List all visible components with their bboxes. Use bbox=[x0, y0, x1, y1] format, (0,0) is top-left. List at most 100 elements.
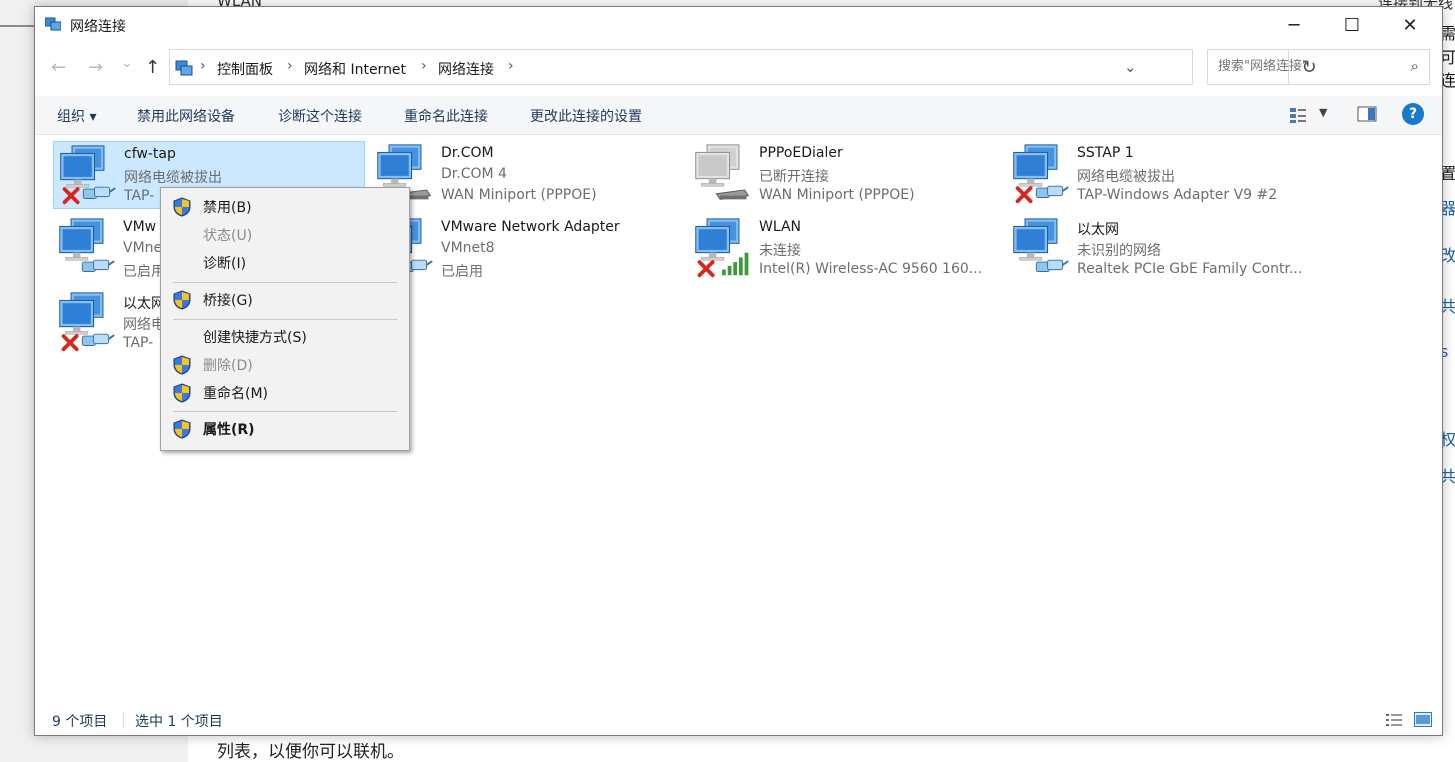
diagnose-connection-button[interactable]: 诊断这个连接 bbox=[278, 106, 362, 126]
menu-item-status: 状态(U) bbox=[161, 221, 409, 249]
menu-item-properties[interactable]: 属性(R) bbox=[161, 415, 409, 443]
connection-item[interactable]: VMware Network Adapter VMnet8 已启用 bbox=[371, 215, 683, 283]
breadcrumb-network-connections[interactable]: 网络连接 bbox=[438, 59, 494, 79]
address-dropdown-icon[interactable]: ⌄ bbox=[1124, 58, 1137, 76]
status-bar: 9 个项目 选中 1 个项目 bbox=[35, 707, 1442, 735]
item-count: 9 个项目 bbox=[52, 714, 108, 730]
address-bar[interactable]: › 控制面板 › 网络和 Internet › 网络连接 › ⌄ ↻ bbox=[169, 49, 1317, 85]
navigation-bar: ← → ⌄ ↑ › 控制面板 › 网络和 Internet › 网络连接 › ⌄… bbox=[35, 47, 1442, 89]
large-icons-view-icon[interactable] bbox=[1414, 712, 1432, 727]
connection-name: WLAN bbox=[759, 219, 802, 235]
connection-item[interactable]: 以太网 未识别的网络 Realtek PCIe GbE Family Contr… bbox=[1007, 215, 1319, 283]
ethernet-adapter-icon bbox=[59, 292, 115, 352]
search-box[interactable]: ⌕ bbox=[1207, 49, 1430, 85]
details-view-icon[interactable] bbox=[1385, 713, 1403, 727]
menu-item-rename[interactable]: 重命名(M) bbox=[161, 379, 409, 407]
connection-device: Intel(R) Wireless-AC 9560 160... bbox=[759, 261, 983, 277]
menu-item-label: 状态(U) bbox=[203, 228, 253, 244]
command-bar: 组织 ▾ 禁用此网络设备 诊断这个连接 重命名此连接 更改此连接的设置 ▼ ? bbox=[35, 96, 1442, 135]
menu-separator bbox=[173, 282, 397, 283]
breadcrumb-chevron-icon[interactable]: › bbox=[421, 58, 427, 74]
connection-device: WAN Miniport (PPPOE) bbox=[441, 187, 597, 203]
minimize-button[interactable]: ─ bbox=[1265, 7, 1323, 43]
uac-shield-icon bbox=[173, 197, 191, 217]
menu-item-label: 禁用(B) bbox=[203, 200, 252, 216]
menu-item-label: 创建快捷方式(S) bbox=[203, 330, 307, 346]
menu-item-label: 诊断(I) bbox=[203, 256, 247, 272]
forward-button[interactable]: → bbox=[88, 57, 103, 78]
menu-item-label: 桥接(G) bbox=[203, 293, 253, 309]
disable-device-button[interactable]: 禁用此网络设备 bbox=[137, 106, 235, 126]
connection-status: 网络电缆被拔出 bbox=[124, 170, 222, 186]
maximize-button[interactable]: ☐ bbox=[1323, 7, 1381, 43]
menu-item-disable[interactable]: 禁用(B) bbox=[161, 193, 409, 221]
connection-name: Dr.COM bbox=[441, 145, 494, 161]
uac-shield-icon bbox=[173, 290, 191, 310]
connection-status: VMne bbox=[123, 240, 163, 256]
menu-item-label: 重命名(M) bbox=[203, 386, 269, 402]
wifi-adapter-icon bbox=[695, 218, 749, 278]
back-button[interactable]: ← bbox=[51, 57, 66, 78]
connection-device: TAP- bbox=[123, 335, 154, 351]
view-dropdown-icon[interactable]: ▼ bbox=[1319, 106, 1327, 119]
rename-connection-button[interactable]: 重命名此连接 bbox=[404, 106, 488, 126]
breadcrumb-network-internet[interactable]: 网络和 Internet bbox=[304, 59, 406, 79]
window-title: 网络连接 bbox=[70, 19, 126, 35]
connection-device: Realtek PCIe GbE Family Contr... bbox=[1077, 261, 1303, 277]
menu-item-create-shortcut[interactable]: 创建快捷方式(S) bbox=[161, 323, 409, 351]
preview-pane-icon[interactable] bbox=[1357, 106, 1377, 122]
search-input[interactable] bbox=[1216, 58, 1400, 75]
connection-item[interactable]: PPPoEDialer 已断开连接 WAN Miniport (PPPOE) bbox=[689, 141, 1001, 209]
selected-count: 选中 1 个项目 bbox=[135, 714, 223, 730]
connection-status: 网络电 bbox=[123, 317, 165, 333]
dialup-connection-icon bbox=[695, 144, 750, 200]
connection-name: 以太网 bbox=[123, 296, 165, 312]
menu-item-label: 删除(D) bbox=[203, 358, 253, 374]
breadcrumb-chevron-icon[interactable]: › bbox=[287, 58, 293, 74]
menu-item-label: 属性(R) bbox=[203, 422, 255, 438]
connection-item[interactable]: WLAN 未连接 Intel(R) Wireless-AC 9560 160..… bbox=[689, 215, 1001, 283]
connection-name: 以太网 bbox=[1077, 222, 1119, 238]
connection-device: WAN Miniport (PPPOE) bbox=[759, 187, 915, 203]
recent-locations-button[interactable]: ⌄ bbox=[121, 55, 133, 71]
connection-item[interactable]: Dr.COM Dr.COM 4 WAN Miniport (PPPOE) bbox=[371, 141, 683, 209]
control-panel-icon bbox=[175, 60, 193, 76]
connection-name: cfw-tap bbox=[124, 146, 176, 162]
connection-device: 已启用 bbox=[441, 264, 483, 280]
uac-shield-icon bbox=[173, 419, 191, 439]
search-icon[interactable]: ⌕ bbox=[1411, 57, 1419, 75]
menu-separator bbox=[173, 319, 397, 320]
title-bar[interactable]: 网络连接 ─ ☐ ✕ bbox=[35, 7, 1442, 43]
ethernet-adapter-icon bbox=[60, 145, 116, 205]
menu-separator bbox=[173, 411, 397, 412]
connection-status: 未识别的网络 bbox=[1077, 243, 1161, 259]
network-folder-icon bbox=[45, 17, 61, 31]
connection-name: SSTAP 1 bbox=[1077, 145, 1134, 161]
connection-status: Dr.COM 4 bbox=[441, 166, 507, 182]
close-button[interactable]: ✕ bbox=[1381, 7, 1439, 43]
change-settings-button[interactable]: 更改此连接的设置 bbox=[530, 106, 642, 126]
background-bottom-text: 列表，以便你可以联机。 bbox=[217, 742, 404, 762]
connection-item[interactable]: SSTAP 1 网络电缆被拔出 TAP-Windows Adapter V9 #… bbox=[1007, 141, 1319, 209]
background-line bbox=[0, 25, 34, 27]
connection-status: 已断开连接 bbox=[759, 169, 829, 185]
up-button[interactable]: ↑ bbox=[145, 57, 160, 78]
view-options-icon[interactable] bbox=[1289, 106, 1307, 124]
organize-menu-button[interactable]: 组织 ▾ bbox=[57, 106, 96, 126]
breadcrumb-chevron-icon[interactable]: › bbox=[508, 58, 514, 74]
context-menu: 禁用(B) 状态(U) 诊断(I) 桥接(G) 创建快捷方式(S) 删除(D) 重命名… bbox=[160, 187, 410, 451]
ethernet-adapter-icon bbox=[1013, 218, 1069, 272]
connection-device: 已启用 bbox=[123, 264, 165, 280]
connection-device: TAP-Windows Adapter V9 #2 bbox=[1077, 187, 1278, 203]
ethernet-adapter-icon bbox=[1013, 144, 1069, 204]
breadcrumb-chevron-icon[interactable]: › bbox=[200, 58, 206, 74]
help-icon[interactable]: ? bbox=[1402, 103, 1424, 125]
menu-item-diagnose[interactable]: 诊断(I) bbox=[161, 249, 409, 277]
menu-item-bridge[interactable]: 桥接(G) bbox=[161, 286, 409, 314]
breadcrumb-control-panel[interactable]: 控制面板 bbox=[217, 59, 273, 79]
connection-device: TAP- bbox=[124, 188, 155, 204]
connection-name: PPPoEDialer bbox=[759, 145, 843, 161]
menu-item-delete: 删除(D) bbox=[161, 351, 409, 379]
connection-status: 未连接 bbox=[759, 243, 801, 259]
ethernet-adapter-icon bbox=[59, 218, 115, 272]
